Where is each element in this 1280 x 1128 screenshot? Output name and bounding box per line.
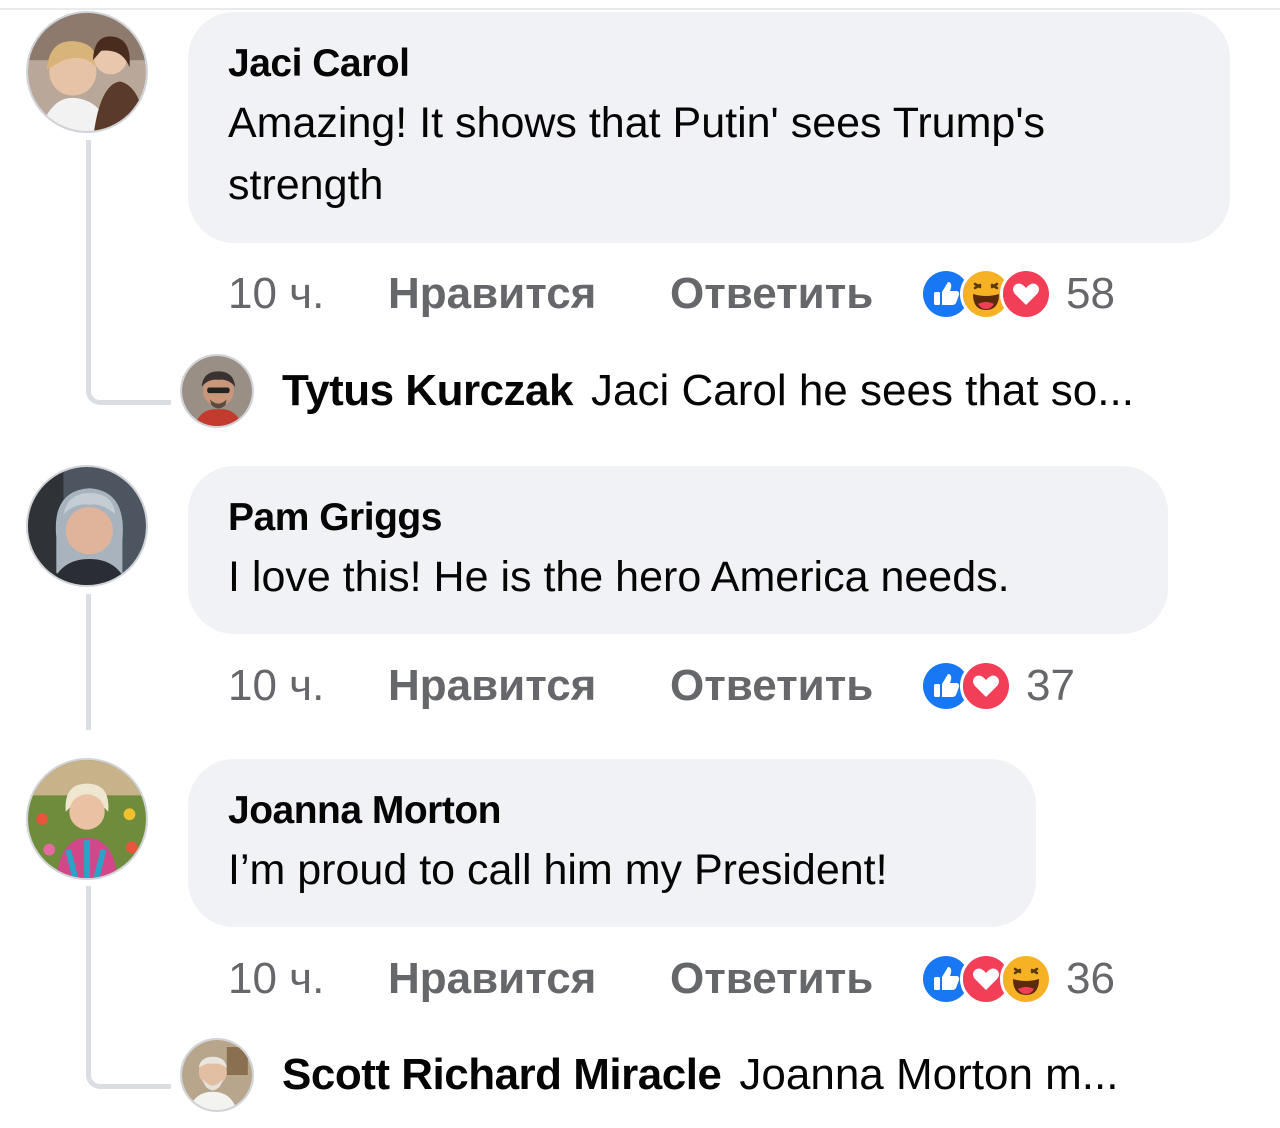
love-reaction-icon bbox=[960, 660, 1012, 712]
comment-text-line: Amazing! It shows that Putin' sees Trump… bbox=[228, 99, 1046, 147]
reply-text[interactable]: Joanna Morton m... bbox=[739, 1050, 1118, 1100]
reaction-count[interactable]: 37 bbox=[1026, 661, 1075, 711]
love-reaction-icon bbox=[1000, 268, 1052, 320]
reply-author[interactable]: Tytus Kurczak bbox=[282, 366, 574, 416]
reply-text[interactable]: Jaci Carol he sees that so... bbox=[591, 366, 1134, 416]
haha-reaction-icon bbox=[1000, 953, 1052, 1005]
reply-button[interactable]: Ответить bbox=[670, 269, 920, 319]
comment-text: I love this! He is the hero America need… bbox=[228, 546, 1128, 608]
comment-text: Amazing! It shows that Putin' sees Trump… bbox=[228, 92, 1190, 216]
comment-bubble[interactable]: Pam Griggs I love this! He is the hero A… bbox=[188, 466, 1168, 634]
reaction-icons[interactable] bbox=[920, 660, 1012, 712]
comment-text-line: strength bbox=[228, 161, 384, 209]
comment-timestamp[interactable]: 10 ч. bbox=[228, 269, 388, 319]
comment-author[interactable]: Joanna Morton bbox=[228, 789, 996, 833]
comment-text-line: I love this! He is the hero America need… bbox=[228, 553, 1010, 601]
thread-elbow bbox=[86, 330, 171, 405]
avatar-scott-richard-miracle[interactable] bbox=[180, 1038, 254, 1112]
avatar-pam-griggs[interactable] bbox=[26, 465, 148, 587]
avatar-tytus-kurczak[interactable] bbox=[180, 354, 254, 428]
reply-author[interactable]: Scott Richard Miracle bbox=[282, 1050, 722, 1100]
like-button[interactable]: Нравится bbox=[388, 269, 670, 319]
reply-button[interactable]: Ответить bbox=[670, 661, 920, 711]
divider bbox=[0, 8, 1280, 10]
comment-timestamp[interactable]: 10 ч. bbox=[228, 661, 388, 711]
comment-actions: 10 ч. Нравится Ответить 36 bbox=[228, 951, 1115, 1007]
reaction-icons[interactable] bbox=[920, 953, 1052, 1005]
reaction-count[interactable]: 58 bbox=[1066, 269, 1115, 319]
reaction-count[interactable]: 36 bbox=[1066, 954, 1115, 1004]
comment-author[interactable]: Pam Griggs bbox=[228, 496, 1128, 540]
comment-bubble[interactable]: Jaci Carol Amazing! It shows that Putin'… bbox=[188, 12, 1230, 243]
comment-author[interactable]: Jaci Carol bbox=[228, 42, 1190, 86]
reaction-icons[interactable] bbox=[920, 268, 1052, 320]
reply-preview[interactable]: Scott Richard Miracle Joanna Morton m... bbox=[180, 1037, 1118, 1113]
like-button[interactable]: Нравится bbox=[388, 954, 670, 1004]
comments-section: Jaci Carol Amazing! It shows that Putin'… bbox=[0, 0, 1280, 1128]
avatar-joanna-morton[interactable] bbox=[26, 758, 148, 880]
thread-line bbox=[86, 886, 91, 1016]
comment-timestamp[interactable]: 10 ч. bbox=[228, 954, 388, 1004]
comment-text: I’m proud to call him my President! bbox=[228, 839, 996, 901]
comment-actions: 10 ч. Нравится Ответить 37 bbox=[228, 658, 1075, 714]
reply-button[interactable]: Ответить bbox=[670, 954, 920, 1004]
comment-actions: 10 ч. Нравится Ответить 58 bbox=[228, 266, 1115, 322]
reply-preview[interactable]: Tytus Kurczak Jaci Carol he sees that so… bbox=[180, 353, 1134, 429]
thread-line bbox=[86, 140, 91, 340]
comment-text-line: I’m proud to call him my President! bbox=[228, 846, 888, 894]
comment-bubble[interactable]: Joanna Morton I’m proud to call him my P… bbox=[188, 759, 1036, 927]
avatar-jaci-carol[interactable] bbox=[26, 11, 148, 133]
thread-elbow bbox=[86, 1010, 171, 1089]
like-button[interactable]: Нравится bbox=[388, 661, 670, 711]
thread-line bbox=[86, 594, 91, 730]
